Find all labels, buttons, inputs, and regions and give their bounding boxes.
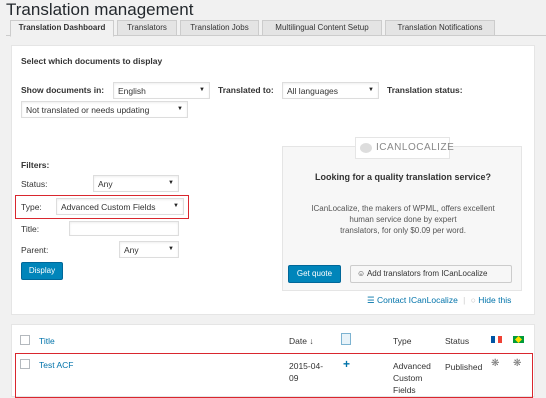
spinner-icon: ❋ [513,358,522,369]
row-status: Published [445,362,483,372]
get-quote-button[interactable]: Get quote [288,265,341,283]
translation-status-label: Translation status: [387,85,463,95]
filter-heading: Select which documents to display [21,56,163,66]
promo-links: ☰ Contact ICanLocalize | ○ Hide this [367,295,511,306]
row-type-line3: Fields [393,385,416,395]
row-date-line2: 09 [289,373,299,383]
translated-to-label: Translated to: [218,85,274,95]
chevron-down-icon: ▼ [199,87,205,93]
chevron-down-icon: ▼ [168,246,174,252]
show-documents-value: English [118,86,146,96]
filters-heading: Filters: [21,160,50,170]
divider: | [463,295,466,305]
show-documents-label: Show documents in: [21,85,105,95]
chevron-down-icon: ▼ [368,87,374,93]
brazilian-flag-icon [513,335,524,344]
promo-body: ICanLocalize, the makers of WPML, offers… [298,203,508,236]
select-all-checkbox[interactable] [20,335,30,345]
spinner-icon: ❋ [491,358,500,369]
tab-bar: Translation Dashboard Translators Transl… [6,18,546,37]
contact-icanlocalize-link[interactable]: Contact ICanLocalize [377,295,458,305]
status-label: Status: [21,179,48,189]
column-status: Status [445,336,470,346]
promo-heading: Looking for a quality translation servic… [314,172,492,182]
promo-body-line3: translators, for only $0.09 per word. [340,226,466,235]
chevron-down-icon: ▼ [177,106,183,112]
parent-select[interactable]: Any ▼ [119,241,179,258]
row-date: 2015-04- 09 [289,360,323,384]
title-label: Title: [21,224,40,234]
status-select[interactable]: Any ▼ [93,175,179,192]
hide-icon: ○ [470,295,476,305]
show-documents-select[interactable]: English ▼ [113,82,210,99]
promo-body-line2: human service done by expert [349,215,457,224]
user-icon: ☺ [357,269,366,278]
tab-translation-notifications[interactable]: Translation Notifications [385,20,495,36]
tab-translation-jobs[interactable]: Translation Jobs [180,20,259,36]
add-translators-button[interactable]: ☺ Add translators from ICanLocalize [350,265,512,283]
icanlocalize-logo: ICANLOCALIZE [355,137,454,159]
translation-status-select[interactable]: Not translated or needs updating ▼ [21,101,188,118]
add-translators-label: Add translators from ICanLocalize [366,269,488,278]
hide-this-link[interactable]: Hide this [478,295,511,305]
globe-icon [360,143,372,153]
filter-panel: Select which documents to display Show d… [11,45,535,315]
column-title[interactable]: Title [39,336,55,346]
french-flag-icon [491,336,503,343]
row-type: Advanced Custom Fields [393,360,431,396]
icanlocalize-promo: ICANLOCALIZE Looking for a quality trans… [282,137,522,291]
type-select[interactable]: Advanced Custom Fields ▼ [56,198,184,215]
chevron-down-icon: ▼ [168,180,174,186]
type-label: Type: [21,202,42,212]
tab-translation-dashboard[interactable]: Translation Dashboard [10,20,114,37]
page-title: Translation management [6,0,194,19]
column-type: Type [393,336,412,346]
tab-translators[interactable]: Translators [117,20,177,36]
add-translation-icon[interactable]: + [343,357,350,371]
row-checkbox[interactable] [20,359,30,369]
type-value: Advanced Custom Fields [61,202,156,212]
title-input[interactable] [69,221,179,236]
translation-status-value: Not translated or needs updating [26,105,150,115]
parent-label: Parent: [21,245,49,255]
translated-to-value: All languages [287,86,339,96]
row-date-line1: 2015-04- [289,361,324,371]
row-type-line2: Custom [393,373,423,383]
document-icon [341,333,351,345]
status-value: Any [98,179,113,189]
list-icon: ☰ [367,295,375,305]
promo-body-line1: ICanLocalize, the makers of WPML, offers… [311,204,495,213]
row-title-link[interactable]: Test ACF [39,360,73,370]
row-highlight [15,353,533,398]
display-button[interactable]: Display [21,262,63,280]
translated-to-select[interactable]: All languages ▼ [282,82,379,99]
row-type-line1: Advanced [393,361,431,371]
parent-value: Any [124,245,139,255]
documents-table: Title Date ↓ Type Status Test ACF 2015-0… [11,324,535,398]
chevron-down-icon: ▼ [173,203,179,209]
tab-multilingual-content-setup[interactable]: Multilingual Content Setup [262,20,382,36]
column-date[interactable]: Date ↓ [289,336,314,346]
logo-text: ICANLOCALIZE [376,142,455,153]
